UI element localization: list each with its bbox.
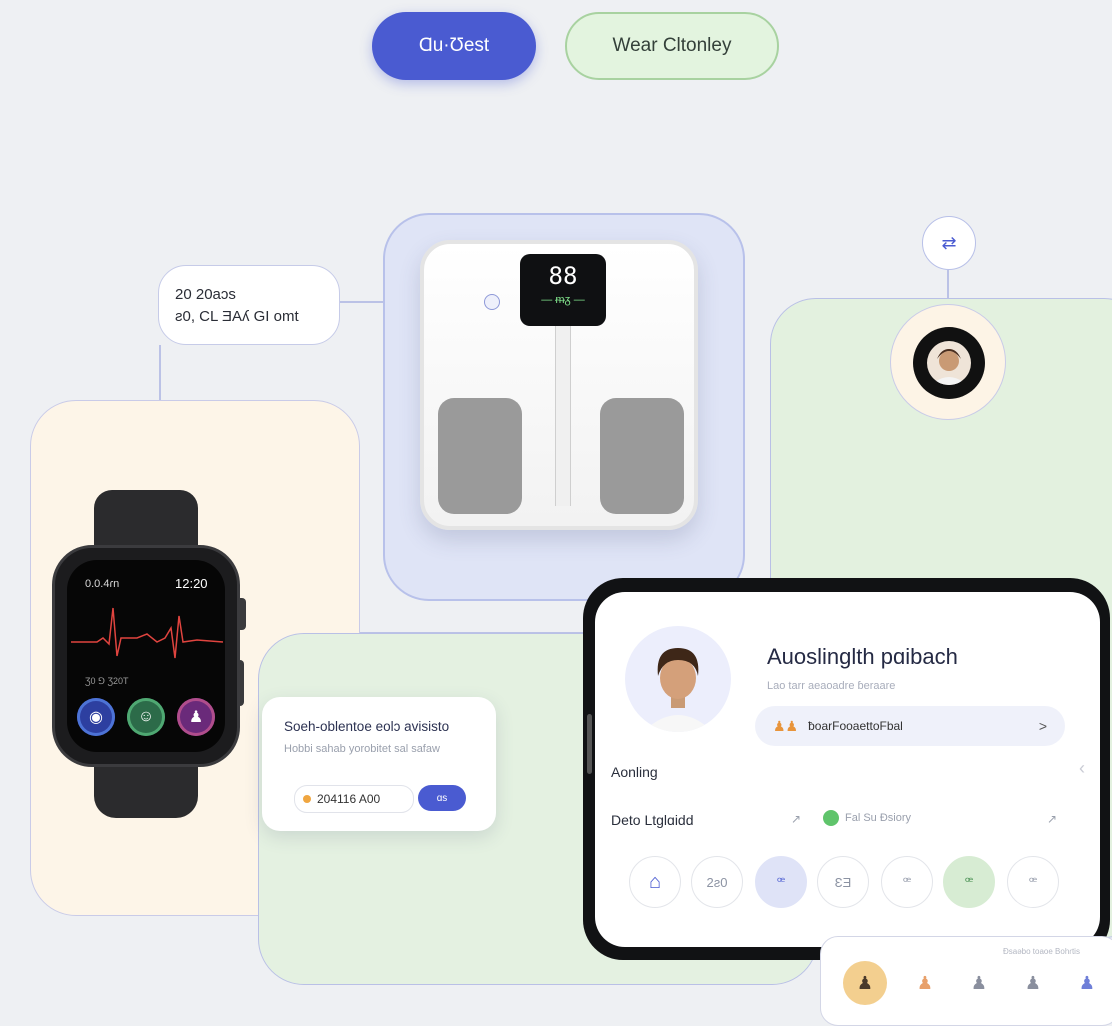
status-dot-icon xyxy=(303,795,311,803)
bottombar-caption: Ɖsaǝbo toaoe Bohɾtis xyxy=(1003,947,1080,956)
watch-screen: 0.0.4ɾn 12:20 Ʒ0 ⅁ Ʒ20T ◉ ☺ ♟ xyxy=(67,560,225,752)
sync-icon[interactable]: ⇄ xyxy=(922,216,976,270)
watch-sub-label: Ʒ0 ⅁ Ʒ20T xyxy=(85,676,129,686)
user-icon-4[interactable]: ♟ xyxy=(1011,961,1055,1005)
metric-button-1[interactable]: 2ƨ0 xyxy=(691,856,743,908)
chevron-left-icon[interactable]: ‹ xyxy=(1079,758,1085,779)
user-icon-2[interactable]: ♟ xyxy=(903,961,947,1005)
chevron-right-icon: > xyxy=(1038,718,1047,734)
avatar xyxy=(927,341,971,385)
card-action-button[interactable]: ɑs xyxy=(418,785,466,811)
profile-subtitle: Lao tarr aeaoadre ɓeraare xyxy=(767,680,896,692)
tablet-device: Auoslinglth pɑibach Lao tarr aeaoadre ɓe… xyxy=(583,578,1110,960)
globe-icon[interactable]: ◉ xyxy=(77,698,115,736)
user-icon-5[interactable]: ♟ xyxy=(1065,961,1109,1005)
smartwatch: 0.0.4ɾn 12:20 Ʒ0 ⅁ Ʒ20T ◉ ☺ ♟ xyxy=(52,545,240,767)
user-avatar-icon[interactable]: ♟ xyxy=(843,961,887,1005)
watch-left-label: 0.0.4ɾn xyxy=(85,578,120,590)
smart-scale: 88 — ᵯᵹ — xyxy=(420,240,698,530)
metric-button-3[interactable]: ƐƎ xyxy=(817,856,869,908)
watch-time: 12:20 xyxy=(175,576,208,591)
card-value-field[interactable]: 204116 A00 xyxy=(294,785,414,813)
scale-stem xyxy=(555,326,571,506)
scale-display: 88 — ᵯᵹ — xyxy=(520,254,606,326)
tablet-screen: Auoslinglth pɑibach Lao tarr aeaoadre ɓe… xyxy=(595,592,1100,947)
history-chip[interactable]: Fal Su Ɖsiory xyxy=(823,810,911,826)
weight-info-bubble[interactable]: 20 20aɔs ƨ0, CL ƎAʎ GI omt xyxy=(158,265,340,345)
metric-button-6[interactable]: ꟹ xyxy=(1007,856,1059,908)
scale-link-node-icon xyxy=(484,294,500,310)
profile-ring[interactable] xyxy=(890,304,1006,420)
scale-display-sub: — ᵯᵹ — xyxy=(541,294,585,306)
section-details: Deto Ltglɑidd xyxy=(611,812,694,828)
metric-button-5[interactable]: ꟹ xyxy=(943,856,995,908)
user-portrait-icon xyxy=(643,648,713,732)
card-value: 204116 A00 xyxy=(317,792,381,806)
history-label: Fal Su Ɖsiory xyxy=(845,812,912,824)
people-icon: ♟♟ xyxy=(773,717,799,734)
check-icon xyxy=(823,810,839,826)
section-aonling: Aonling xyxy=(611,764,658,780)
profile-title: Auoslinglth pɑibach xyxy=(767,644,958,669)
profile-action-row[interactable]: ♟♟ ƀoarFooaettoFbal > xyxy=(755,706,1065,746)
face-icon[interactable]: ☺ xyxy=(127,698,165,736)
scale-display-value: 88 xyxy=(548,262,578,290)
scale-left-pad xyxy=(438,398,522,514)
expand-icon[interactable]: ↗ xyxy=(791,812,801,826)
profile-ring-inner xyxy=(913,327,985,399)
bubble-line1: 20 20aɔs xyxy=(175,286,236,303)
metric-button-4[interactable]: ꟹ xyxy=(881,856,933,908)
expand-icon-2[interactable]: ↗ xyxy=(1047,812,1057,826)
user-face-icon xyxy=(931,349,967,385)
primary-nav-button[interactable]: Ɑu·Ʊest xyxy=(372,12,536,80)
card-subtitle: Hobbi sahab yorobitet sal safaw xyxy=(284,743,440,755)
home-icon[interactable]: ⌂ xyxy=(629,856,681,908)
person-icon[interactable]: ♟ xyxy=(177,698,215,736)
wear-nav-button[interactable]: Wear Cltonley xyxy=(565,12,779,80)
ecg-waveform-icon xyxy=(71,607,224,659)
card-title: Soeh-oblentoe eolɔ avisisto xyxy=(284,719,450,734)
metric-button-2[interactable]: ꟹ xyxy=(755,856,807,908)
profile-action-label: ƀoarFooaettoFbal xyxy=(808,719,903,733)
bottom-avatar-bar: Ɖsaǝbo toaoe Bohɾtis ♟ ♟ ♟ ♟ ♟ xyxy=(820,936,1112,1026)
user-icon-3[interactable]: ♟ xyxy=(957,961,1001,1005)
bubble-line2: ƨ0, CL ƎAʎ GI omt xyxy=(175,308,299,325)
tablet-side-button[interactable] xyxy=(587,714,592,774)
scale-right-pad xyxy=(600,398,684,514)
connection-card: Soeh-oblentoe eolɔ avisisto Hobbi sahab … xyxy=(262,697,496,831)
watch-band-bottom xyxy=(94,758,198,818)
profile-avatar[interactable] xyxy=(625,626,731,732)
